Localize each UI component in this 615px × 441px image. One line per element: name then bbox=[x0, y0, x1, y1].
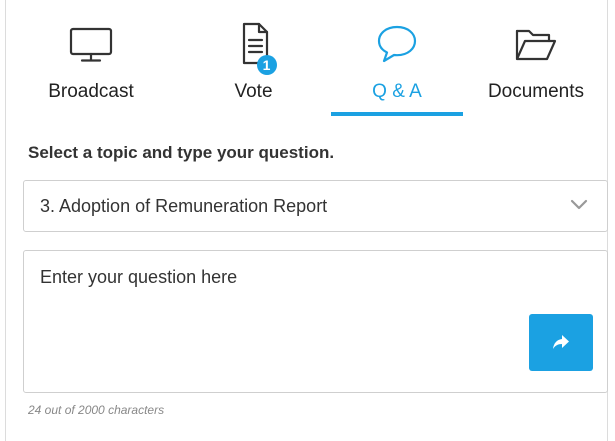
chevron-down-icon bbox=[570, 199, 588, 210]
tab-broadcast-label: Broadcast bbox=[48, 81, 134, 102]
topic-select-value: 3. Adoption of Remuneration Report bbox=[40, 196, 328, 216]
vote-count-badge: 1 bbox=[256, 55, 277, 75]
question-box bbox=[23, 250, 608, 393]
share-arrow-icon bbox=[553, 335, 569, 349]
send-question-button[interactable] bbox=[529, 314, 593, 371]
character-counter: 24 out of 2000 characters bbox=[28, 403, 165, 417]
tab-vote-label: Vote bbox=[234, 81, 273, 102]
qa-panel: Broadcast 1 Vote Q & A Documents Select … bbox=[5, 0, 608, 441]
monitor-icon bbox=[67, 22, 115, 66]
tab-bar: Broadcast 1 Vote Q & A Documents bbox=[6, 0, 609, 116]
qa-heading: Select a topic and type your question. bbox=[28, 143, 335, 162]
tab-qa[interactable]: Q & A bbox=[331, 0, 463, 116]
tab-documents-label: Documents bbox=[487, 81, 585, 102]
speech-bubble-icon bbox=[373, 22, 421, 66]
active-tab-indicator bbox=[331, 112, 463, 116]
question-input[interactable] bbox=[24, 251, 514, 371]
tab-vote[interactable]: 1 Vote bbox=[176, 0, 331, 116]
folder-icon bbox=[512, 22, 560, 66]
tab-broadcast[interactable]: Broadcast bbox=[6, 0, 176, 116]
topic-select[interactable]: 3. Adoption of Remuneration Report bbox=[23, 180, 608, 232]
tab-documents[interactable]: Documents bbox=[463, 0, 609, 116]
tab-qa-label: Q & A bbox=[372, 81, 422, 102]
